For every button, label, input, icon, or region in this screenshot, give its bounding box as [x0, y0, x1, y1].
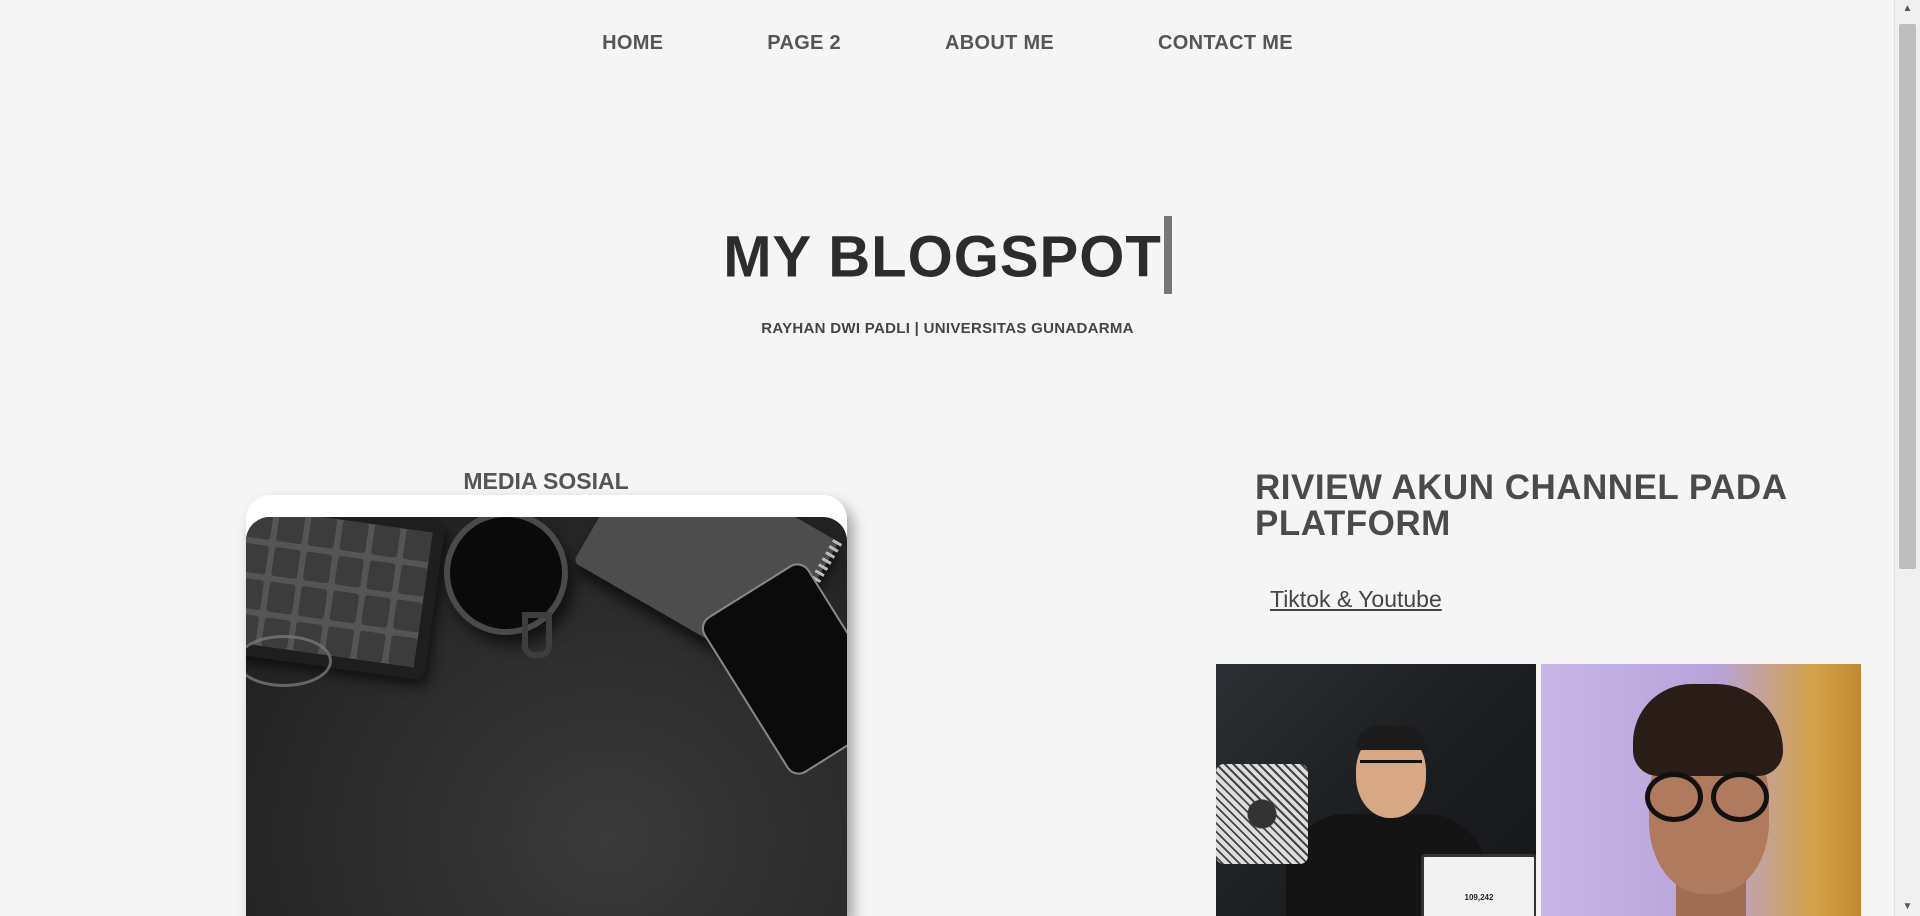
hero-subtitle: RAYHAN DWI PADLI | UNIVERSITAS GUNADARMA [761, 320, 1134, 337]
nav-contact-me[interactable]: CONTACT ME [1158, 32, 1293, 55]
typing-caret [1163, 216, 1172, 294]
media-section-title: MEDIA SOSIAL [463, 468, 629, 494]
laptop-counter: 109,242 [1464, 893, 1494, 902]
scroll-up-icon[interactable]: ▲ [1895, 0, 1920, 18]
glasses-image [246, 635, 332, 687]
channel-thumbnail-1[interactable]: 109,242 [1216, 664, 1536, 916]
channel-thumbnail-2[interactable] [1541, 664, 1861, 916]
nav-about-me[interactable]: ABOUT ME [945, 32, 1054, 55]
nav-page-2[interactable]: PAGE 2 [767, 32, 841, 55]
scrollbar-thumb[interactable] [1899, 24, 1916, 569]
laptop-image: 109,242 [1421, 854, 1536, 916]
vertical-scrollbar[interactable]: ▲ ▼ [1894, 0, 1920, 916]
person-glasses [1360, 760, 1422, 777]
top-nav: HOME PAGE 2 ABOUT ME CONTACT ME [0, 0, 1895, 86]
mug-image [1216, 764, 1308, 864]
scroll-down-icon[interactable]: ▼ [1895, 898, 1920, 916]
media-card[interactable] [246, 495, 847, 916]
person-hair [1356, 726, 1426, 750]
nav-home[interactable]: HOME [602, 32, 663, 55]
glasses-right-lens [1711, 772, 1769, 822]
review-section-title: RIVIEW AKUN CHANNEL PADA PLATFORM [1255, 468, 1787, 543]
desk-photo [246, 517, 847, 916]
hero-title-text: MY BLOGSPOT [723, 224, 1162, 290]
glasses-left-lens [1645, 772, 1703, 822]
tiktok-youtube-link[interactable]: Tiktok & Youtube [1270, 586, 1442, 613]
mug-handle [522, 612, 552, 658]
hero-title: MY BLOGSPOT [0, 216, 1895, 300]
person-hair [1633, 684, 1783, 776]
